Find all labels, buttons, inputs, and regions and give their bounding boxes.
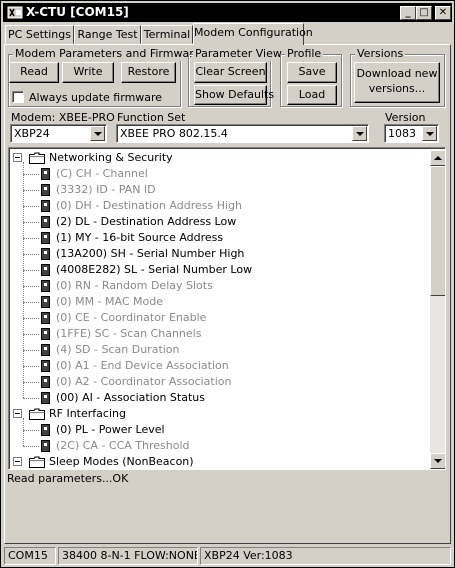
- parameter-icon: [41, 296, 50, 308]
- parameter-icon: [41, 360, 50, 372]
- version-select[interactable]: 1083: [384, 124, 439, 143]
- scroll-thumb[interactable]: [430, 166, 445, 296]
- status-bar: COM15 38400 8-N-1 FLOW:NONE XBP24 Ver:10…: [4, 546, 451, 565]
- clear-screen-button[interactable]: Clear Screen: [194, 62, 267, 83]
- tab-modem-configuration[interactable]: Modem Configuration: [193, 23, 313, 45]
- parameter-icon: [41, 216, 50, 228]
- parameter-icon: [41, 232, 50, 244]
- always-update-firmware-label: Always update firmware: [29, 91, 163, 104]
- tree-vertical-scrollbar[interactable]: [430, 150, 445, 469]
- collapse-icon[interactable]: [13, 457, 22, 466]
- versions-legend: Versions: [355, 47, 406, 61]
- status-port: COM15: [4, 547, 56, 565]
- parameter-label: (1) MY - 16-bit Source Address: [56, 231, 224, 244]
- function-set-value: XBEE PRO 802.15.4: [120, 127, 228, 140]
- read-button[interactable]: Read: [9, 62, 59, 83]
- restore-button[interactable]: Restore: [121, 62, 176, 83]
- parameter-label: (C) CH - Channel: [56, 167, 148, 180]
- parameter-label: (3332) ID - PAN ID: [56, 183, 156, 196]
- chevron-down-icon[interactable]: [352, 126, 367, 141]
- status-settings: 38400 8-N-1 FLOW:NONE: [58, 547, 198, 565]
- show-defaults-button[interactable]: Show Defaults: [194, 85, 274, 105]
- tree-folder-label: Networking & Security: [49, 151, 173, 164]
- always-update-firmware-checkbox[interactable]: [12, 91, 24, 103]
- minimize-button[interactable]: _: [400, 6, 416, 20]
- parameter-icon: [41, 344, 50, 356]
- chevron-down-icon[interactable]: [90, 126, 105, 141]
- status-message: Read parameters...OK: [7, 472, 129, 485]
- parameter-label: (0) A2 - Coordinator Association: [56, 375, 232, 388]
- close-button[interactable]: ✕: [435, 6, 451, 20]
- window-title: X-CTU [COM15]: [26, 5, 129, 19]
- version-label: Version: [385, 111, 426, 124]
- tab-range-test[interactable]: Range Test: [74, 25, 141, 44]
- parameter-icon: [41, 280, 50, 292]
- download-new-versions-line2: versions...: [368, 82, 426, 95]
- version-value: 1083: [388, 127, 416, 140]
- tab-pc-settings[interactable]: PC Settings: [5, 25, 74, 44]
- parameter-label: (13A200) SH - Serial Number High: [56, 247, 245, 260]
- tab-terminal[interactable]: Terminal: [141, 25, 193, 44]
- profile-save-button[interactable]: Save: [287, 62, 337, 83]
- status-message-area: Read parameters...OK: [5, 471, 446, 541]
- parameter-tree[interactable]: Networking & Security (C) CH - Channel (33…: [8, 147, 446, 470]
- parameter-label: (0) CE - Coordinator Enable: [56, 311, 207, 324]
- parameter-icon: [41, 168, 50, 180]
- parameter-label: (00) AI - Association Status: [56, 391, 205, 404]
- scroll-up-button[interactable]: [430, 150, 445, 166]
- download-new-versions-button[interactable]: Download new versions...: [354, 62, 440, 103]
- parameter-label: (1FFE) SC - Scan Channels: [56, 327, 202, 340]
- parameter-icon: [41, 328, 50, 340]
- parameter-label: (2C) CA - CCA Threshold: [56, 439, 190, 452]
- status-modem: XBP24 Ver:1083: [200, 547, 451, 565]
- parameter-icon: [41, 424, 50, 436]
- parameter-label: (4008E282) SL - Serial Number Low: [56, 263, 253, 276]
- parameter-label: (0) MM - MAC Mode: [56, 295, 163, 308]
- parameter-icon: [41, 312, 50, 324]
- tree-folder-label: Sleep Modes (NonBeacon): [49, 455, 194, 468]
- parameter-label: (2) DL - Destination Address Low: [56, 215, 237, 228]
- parameter-label: (0) A1 - End Device Association: [56, 359, 229, 372]
- xctu-app-icon: [7, 6, 23, 19]
- title-bar[interactable]: X-CTU [COM15] _ □ ✕: [3, 3, 452, 22]
- modem-select[interactable]: XBP24: [10, 124, 107, 143]
- collapse-icon[interactable]: [13, 153, 22, 162]
- parameter-icon: [41, 440, 50, 452]
- parameter-icon: [41, 264, 50, 276]
- scroll-down-button[interactable]: [430, 453, 445, 469]
- profile-legend: Profile: [285, 47, 324, 61]
- app-window: X-CTU [COM15] _ □ ✕ PC Settings Range Te…: [0, 0, 455, 568]
- tree-folder-label: RF Interfacing: [49, 407, 126, 420]
- parameter-icon: [41, 184, 50, 196]
- parameter-icon: [41, 200, 50, 212]
- parameter-icon: [41, 376, 50, 388]
- parameter-view-legend: Parameter View: [193, 47, 284, 61]
- maximize-button[interactable]: □: [416, 6, 432, 20]
- download-new-versions-line1: Download new: [356, 67, 438, 80]
- parameter-label: (0) PL - Power Level: [56, 423, 165, 436]
- function-set-label: Function Set: [117, 111, 186, 124]
- chevron-down-icon[interactable]: [422, 126, 437, 141]
- modem-parameters-legend: Modem Parameters and Firmware: [13, 47, 203, 61]
- modem-select-value: XBP24: [14, 127, 50, 140]
- parameter-label: (4) SD - Scan Duration: [56, 343, 180, 356]
- parameter-tree-content: Networking & Security (C) CH - Channel (33…: [11, 150, 429, 469]
- function-set-select[interactable]: XBEE PRO 802.15.4: [116, 124, 369, 143]
- write-button[interactable]: Write: [62, 62, 114, 83]
- parameter-icon: [41, 392, 50, 404]
- collapse-icon[interactable]: [13, 409, 22, 418]
- parameter-label: (0) RN - Random Delay Slots: [56, 279, 213, 292]
- profile-load-button[interactable]: Load: [287, 85, 337, 105]
- parameter-label: (0) DH - Destination Address High: [56, 199, 242, 212]
- modem-label: Modem: XBEE-PRO: [11, 111, 115, 124]
- parameter-icon: [41, 248, 50, 260]
